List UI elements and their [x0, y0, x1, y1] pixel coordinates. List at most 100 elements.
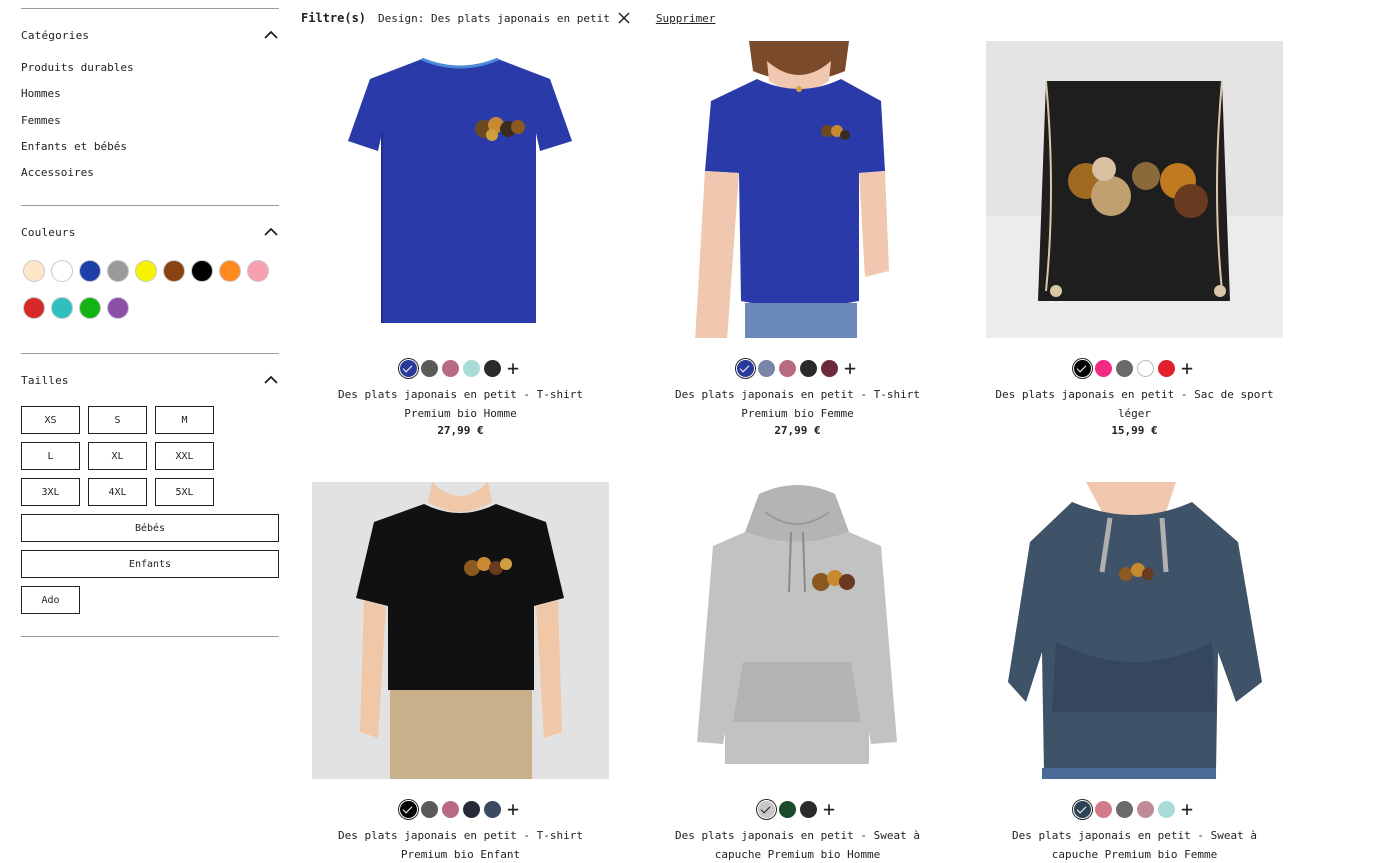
color-swatch[interactable]: [1094, 801, 1112, 818]
product-image[interactable]: [312, 41, 609, 338]
product-image[interactable]: [986, 41, 1283, 338]
color-swatch[interactable]: [820, 360, 838, 377]
product-card[interactable]: + Des plats japonais en petit - T-shirt …: [312, 41, 609, 437]
category-item-enfants[interactable]: Enfants et bébés: [21, 140, 279, 166]
color-filter-swatch[interactable]: [23, 297, 45, 320]
color-swatch[interactable]: [778, 801, 796, 818]
color-swatch[interactable]: [399, 801, 417, 818]
plus-icon[interactable]: +: [1179, 799, 1196, 819]
size-button-l[interactable]: L: [21, 442, 80, 471]
categories-header[interactable]: Catégories: [21, 9, 279, 61]
product-card[interactable]: + Des plats japonais en petit - Sac de s…: [986, 41, 1283, 437]
chevron-up-icon[interactable]: [263, 372, 279, 388]
size-button-xs[interactable]: XS: [21, 406, 80, 435]
color-swatch[interactable]: [1157, 801, 1175, 818]
color-filter-swatch[interactable]: [79, 260, 101, 283]
color-swatch[interactable]: [1157, 360, 1175, 377]
filters-label: Filtre(s): [301, 11, 367, 25]
product-title[interactable]: Des plats japonais en petit - T-shirt Pr…: [312, 826, 609, 863]
filter-sidebar: Catégories Produits durables Hommes Femm…: [21, 0, 279, 638]
color-swatch[interactable]: [462, 801, 480, 818]
size-button-4xl[interactable]: 4XL: [88, 478, 147, 507]
active-filter-chip[interactable]: Design: Des plats japonais en petit: [378, 12, 630, 25]
size-button-xl[interactable]: XL: [88, 442, 147, 471]
color-filter-swatch[interactable]: [107, 260, 129, 283]
plus-icon[interactable]: +: [821, 799, 838, 819]
close-icon[interactable]: [618, 12, 630, 24]
color-filter-swatch[interactable]: [51, 260, 73, 283]
chevron-up-icon[interactable]: [263, 224, 279, 240]
size-button-5xl[interactable]: 5XL: [155, 478, 214, 507]
size-button-xxl[interactable]: XXL: [155, 442, 214, 471]
color-swatch[interactable]: [420, 801, 438, 818]
color-swatch[interactable]: [483, 801, 501, 818]
color-swatch[interactable]: [420, 360, 438, 377]
product-card[interactable]: + Des plats japonais en petit - Sweat à …: [986, 482, 1283, 863]
color-swatch-row: +: [649, 358, 946, 378]
color-swatch[interactable]: [757, 801, 775, 818]
product-card[interactable]: + Des plats japonais en petit - T-shirt …: [312, 482, 609, 863]
product-price: 27,99 €: [774, 424, 821, 437]
size-button-s[interactable]: S: [88, 406, 147, 435]
plus-icon[interactable]: +: [505, 799, 522, 819]
product-title[interactable]: Des plats japonais en petit - Sweat à ca…: [986, 826, 1283, 863]
color-filter-swatch[interactable]: [135, 260, 157, 283]
category-item-femmes[interactable]: Femmes: [21, 114, 279, 140]
active-filter-text: Design: Des plats japonais en petit: [378, 11, 610, 25]
colors-header[interactable]: Couleurs: [21, 206, 279, 258]
color-filter-swatch[interactable]: [219, 260, 241, 283]
plus-icon[interactable]: +: [842, 358, 859, 378]
category-item-accessoires[interactable]: Accessoires: [21, 166, 279, 192]
color-swatch[interactable]: [1136, 360, 1154, 377]
color-swatch[interactable]: [1073, 360, 1091, 377]
color-swatch-row: +: [986, 799, 1283, 819]
color-swatch[interactable]: [399, 360, 417, 377]
color-swatch[interactable]: [441, 801, 459, 818]
product-image[interactable]: [312, 482, 609, 779]
product-title[interactable]: Des plats japonais en petit - T-shirt Pr…: [312, 385, 609, 423]
size-button-enfants[interactable]: Enfants: [21, 550, 279, 579]
color-filter-swatch[interactable]: [79, 297, 101, 320]
color-filter-swatch[interactable]: [163, 260, 185, 283]
color-swatch[interactable]: [799, 801, 817, 818]
color-filter-swatch[interactable]: [23, 260, 45, 283]
color-swatch[interactable]: [1136, 801, 1154, 818]
product-card[interactable]: + Des plats japonais en petit - T-shirt …: [649, 41, 946, 437]
color-swatch[interactable]: [1115, 360, 1133, 377]
color-swatch[interactable]: [462, 360, 480, 377]
color-filter-swatch[interactable]: [51, 297, 73, 320]
product-title[interactable]: Des plats japonais en petit - Sweat à ca…: [649, 826, 946, 863]
color-swatch-row: +: [986, 358, 1283, 378]
color-swatch[interactable]: [1094, 360, 1112, 377]
color-filter-swatch[interactable]: [107, 297, 129, 320]
color-swatch[interactable]: [736, 360, 754, 377]
color-swatch[interactable]: [799, 360, 817, 377]
product-title[interactable]: Des plats japonais en petit - Sac de spo…: [986, 385, 1283, 423]
color-swatch[interactable]: [757, 360, 775, 377]
category-item-hommes[interactable]: Hommes: [21, 87, 279, 113]
chevron-up-icon[interactable]: [263, 27, 279, 43]
product-image[interactable]: [986, 482, 1283, 779]
product-title[interactable]: Des plats japonais en petit - T-shirt Pr…: [649, 385, 946, 423]
size-button-ado[interactable]: Ado: [21, 586, 80, 615]
size-button-bebes[interactable]: Bébés: [21, 514, 279, 543]
category-item-produits-durables[interactable]: Produits durables: [21, 61, 279, 87]
size-button-m[interactable]: M: [155, 406, 214, 435]
color-swatch[interactable]: [1115, 801, 1133, 818]
color-filter-swatch[interactable]: [191, 260, 213, 283]
product-image[interactable]: [649, 482, 946, 779]
active-filters-bar: Filtre(s) Design: Des plats japonais en …: [301, 10, 715, 26]
plus-icon[interactable]: +: [1179, 358, 1196, 378]
color-swatch[interactable]: [778, 360, 796, 377]
product-card[interactable]: + Des plats japonais en petit - Sweat à …: [649, 482, 946, 863]
product-price: 27,99 €: [437, 424, 484, 437]
color-swatch[interactable]: [483, 360, 501, 377]
plus-icon[interactable]: +: [505, 358, 522, 378]
remove-filters-link[interactable]: Supprimer: [656, 12, 716, 25]
product-image[interactable]: [649, 41, 946, 338]
color-filter-swatch[interactable]: [247, 260, 269, 283]
sizes-header[interactable]: Tailles: [21, 354, 279, 406]
color-swatch[interactable]: [1073, 801, 1091, 818]
size-button-3xl[interactable]: 3XL: [21, 478, 80, 507]
color-swatch[interactable]: [441, 360, 459, 377]
